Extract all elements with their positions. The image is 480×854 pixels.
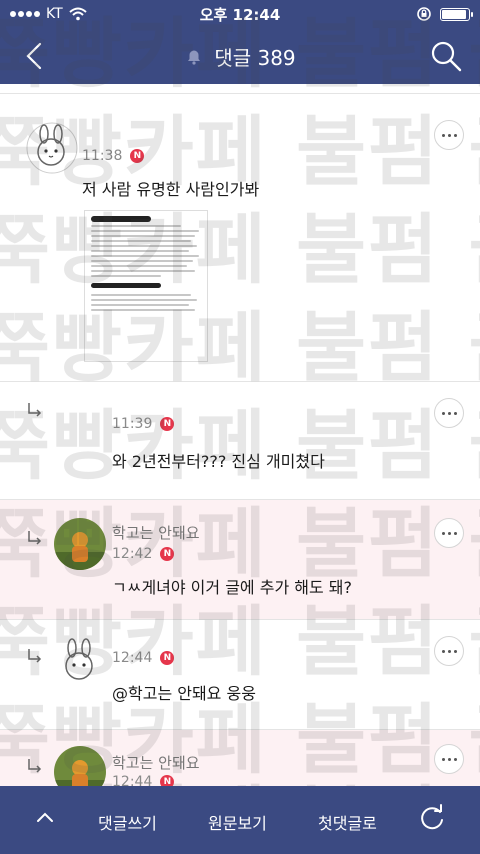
title-text: 댓글 389 bbox=[214, 45, 296, 70]
comment-text: @학고는 안돼요 웅웅 bbox=[112, 684, 256, 703]
new-badge: N bbox=[130, 149, 145, 163]
new-badge: N bbox=[160, 775, 175, 786]
reply-arrow-icon bbox=[28, 649, 42, 663]
nav-bar: 댓글 389 bbox=[0, 28, 480, 84]
new-badge: N bbox=[160, 547, 175, 561]
signal-icon bbox=[10, 11, 40, 17]
reply-arrow-icon bbox=[28, 759, 42, 773]
comment-meta: 12:44 N bbox=[112, 774, 175, 786]
comment-author[interactable]: 학고는 안돼요 bbox=[112, 522, 200, 543]
bunny-avatar-icon bbox=[55, 637, 105, 687]
bottom-toolbar: 댓글쓰기 원문보기 첫댓글로 bbox=[0, 786, 480, 854]
search-icon[interactable] bbox=[428, 38, 464, 74]
comment-meta: 11:39 N bbox=[112, 416, 175, 432]
comment-text: ㄱㅆ게녀야 이거 글에 추가 해도 돼? bbox=[112, 578, 353, 597]
reply-arrow-icon bbox=[28, 403, 42, 417]
comment-list[interactable]: 11:38 N 저 사람 유명한 사람인가봐 11:39 N 와 2년전부터??… bbox=[0, 84, 480, 786]
comment-author[interactable]: 학고는 안돼요 bbox=[112, 752, 200, 773]
write-comment-button[interactable]: 댓글쓰기 bbox=[98, 810, 157, 834]
first-comment-button[interactable]: 첫댓글로 bbox=[318, 810, 377, 834]
battery-icon bbox=[440, 7, 473, 21]
comment-item: 12:44 N @학고는 안돼요 웅웅 bbox=[0, 620, 480, 730]
comment-item: 11:38 N 저 사람 유명한 사람인가봐 bbox=[0, 94, 480, 382]
more-options-button[interactable] bbox=[434, 518, 464, 548]
new-badge: N bbox=[160, 417, 175, 431]
more-options-button[interactable] bbox=[434, 636, 464, 666]
comment-text: 와 2년전부터??? 진심 개미쳤다 bbox=[112, 452, 325, 471]
comment-time: 12:44 bbox=[112, 650, 153, 666]
photo-avatar-icon bbox=[54, 746, 106, 786]
new-badge: N bbox=[160, 651, 175, 665]
avatar[interactable] bbox=[54, 746, 106, 786]
comment-meta: 11:38 N bbox=[82, 148, 145, 164]
photo-avatar-icon bbox=[54, 518, 106, 570]
comment-item: 11:39 N 와 2년전부터??? 진심 개미쳤다 bbox=[0, 382, 480, 500]
list-top-spacer bbox=[0, 84, 480, 94]
avatar[interactable] bbox=[54, 636, 106, 688]
carrier-label: KT bbox=[46, 6, 63, 22]
comment-item: 학고는 안돼요 12:42 N ㄱㅆ게녀야 이거 글에 추가 해도 돼? bbox=[0, 500, 480, 620]
more-options-button[interactable] bbox=[434, 120, 464, 150]
attached-image[interactable] bbox=[84, 210, 208, 362]
more-options-button[interactable] bbox=[434, 744, 464, 774]
comment-text: 저 사람 유명한 사람인가봐 bbox=[82, 180, 260, 199]
comment-time: 12:44 bbox=[112, 774, 153, 786]
wifi-icon bbox=[68, 7, 87, 21]
page-title: 댓글 389 bbox=[184, 42, 296, 71]
back-icon[interactable] bbox=[18, 38, 54, 74]
avatar[interactable] bbox=[54, 518, 106, 570]
rotation-lock-icon bbox=[417, 7, 431, 21]
avatar[interactable] bbox=[26, 122, 78, 174]
comment-time: 11:38 bbox=[82, 148, 123, 164]
comment-time: 11:39 bbox=[112, 416, 153, 432]
comment-meta: 12:42 N bbox=[112, 546, 175, 562]
status-time: 오후 12:44 bbox=[199, 5, 281, 24]
chevron-up-icon[interactable] bbox=[34, 806, 56, 828]
status-bar: KT 오후 12:44 bbox=[0, 0, 480, 28]
more-options-button[interactable] bbox=[434, 398, 464, 428]
refresh-icon[interactable] bbox=[418, 804, 446, 832]
comment-item: 학고는 안돼요 12:44 N bbox=[0, 730, 480, 786]
reply-arrow-icon bbox=[28, 531, 42, 545]
bunny-avatar-icon bbox=[26, 122, 78, 174]
comment-time: 12:42 bbox=[112, 546, 153, 562]
bell-icon[interactable] bbox=[184, 46, 204, 66]
comment-meta: 12:44 N bbox=[112, 650, 175, 666]
view-original-button[interactable]: 원문보기 bbox=[208, 810, 267, 834]
top-bar: KT 오후 12:44 댓글 389 bbox=[0, 0, 480, 84]
